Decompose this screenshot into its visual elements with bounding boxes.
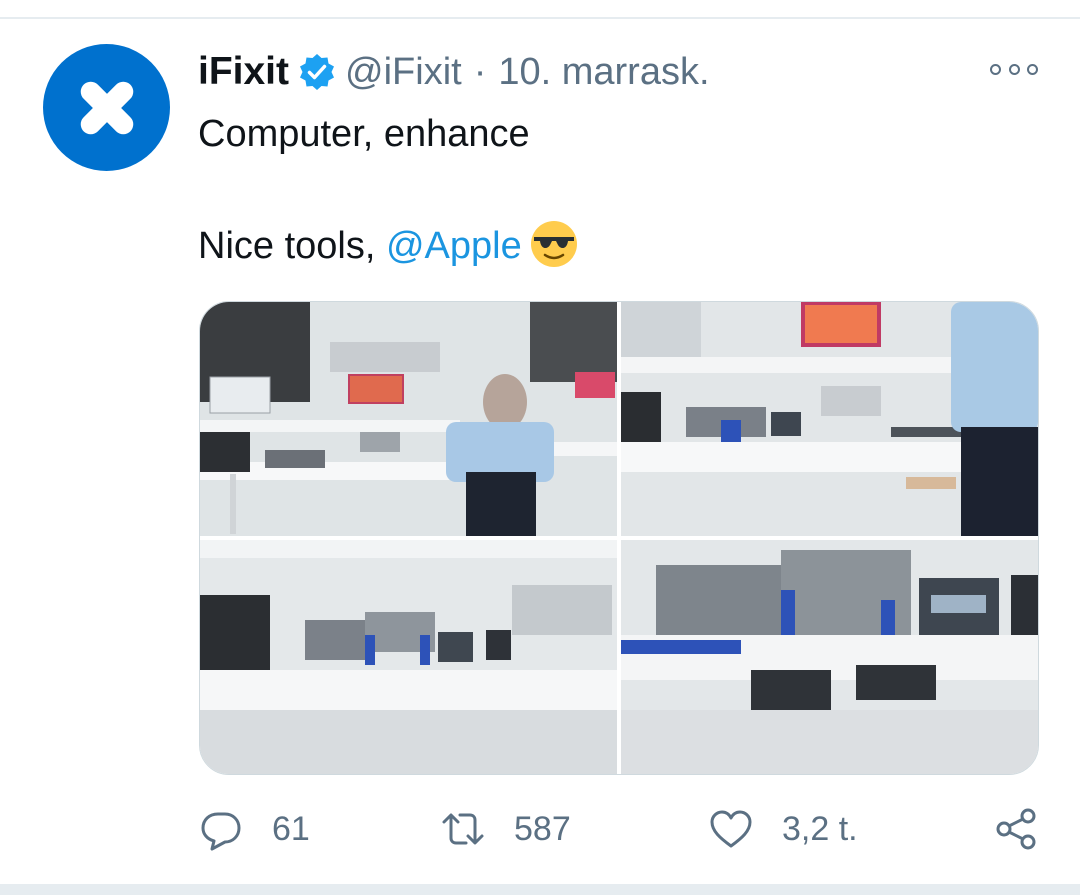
tweet-text-prefix: Nice tools, [198,225,386,267]
media-grid [199,301,1039,775]
media-image-3[interactable] [200,540,617,774]
tweet-text: Computer, enhance Nice tools, @Apple [198,108,580,272]
media-image-1[interactable] [200,302,617,536]
tweet-header: iFixit @iFixit · 10. marrask. [198,46,710,98]
avatar[interactable] [43,44,170,171]
top-divider [0,17,1080,19]
retweet-count: 587 [514,809,571,848]
tweet-actions: 61 587 3,2 t. [0,800,1080,860]
tweet-text-line-1: Computer, enhance [198,113,530,155]
reply-icon [201,812,241,851]
more-options-button[interactable] [990,58,1038,80]
ifixit-logo-icon [80,81,133,134]
share-button[interactable] [994,806,1040,852]
media-image-2[interactable] [621,302,1038,536]
separator-dot: · [473,50,487,93]
display-name[interactable]: iFixit [198,50,289,94]
retweet-button[interactable]: 587 [440,806,571,852]
retweet-icon [442,813,484,845]
more-dot-icon [1008,63,1020,75]
bottom-divider [0,884,1080,895]
sunglasses-emoji-icon [528,218,580,270]
more-dot-icon [990,63,1001,75]
share-icon [996,808,1036,850]
handle[interactable]: @iFixit [345,51,462,94]
heart-icon [710,810,752,848]
tweet-date[interactable]: 10. marrask. [498,51,709,94]
reply-button[interactable]: 61 [198,806,310,852]
media-image-4[interactable] [621,540,1038,774]
reply-count: 61 [272,809,310,848]
more-dot-icon [1027,63,1038,75]
mention-link[interactable]: @Apple [386,225,522,267]
like-count: 3,2 t. [782,809,858,848]
like-button[interactable]: 3,2 t. [708,806,858,852]
tweet-text-line-2: Nice tools, @Apple [198,220,580,272]
verified-badge-icon [297,52,337,92]
